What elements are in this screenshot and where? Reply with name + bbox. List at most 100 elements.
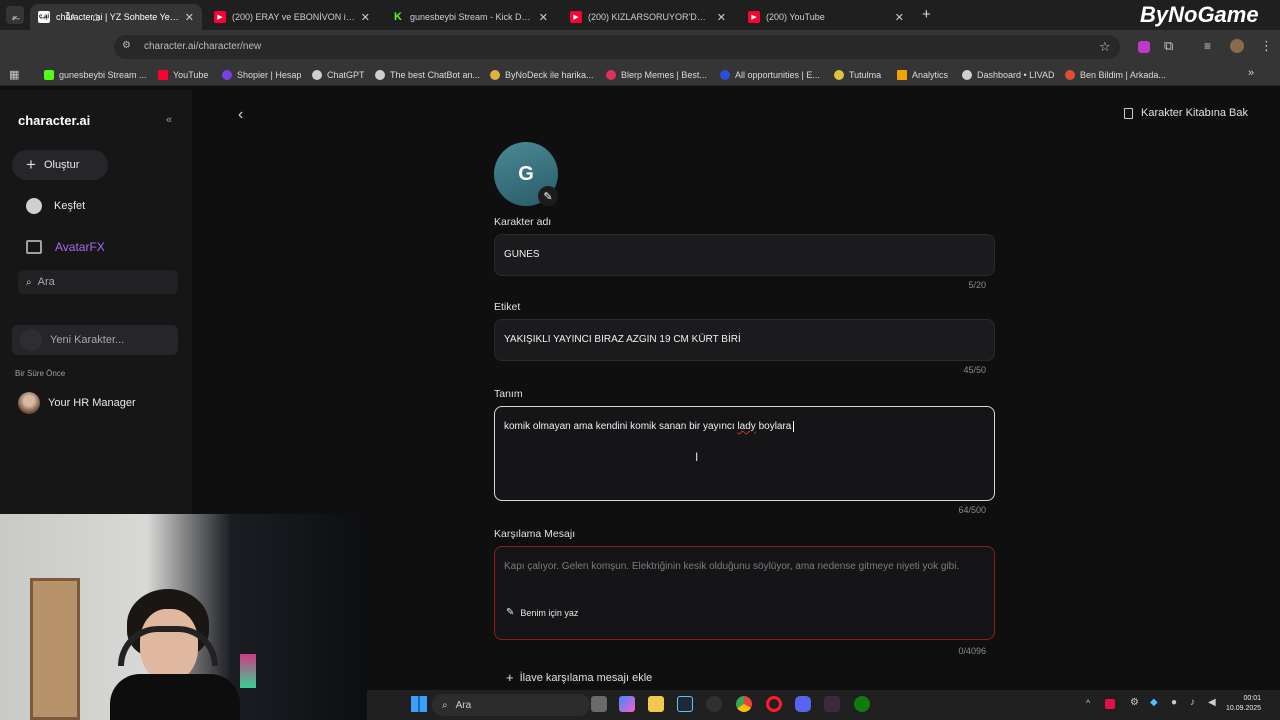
tab-kick-dashboard[interactable]: K gunesbeybi Stream - Kick Dash ✕ [384,4,556,30]
avatar-letter: G [518,162,534,185]
add-greeting-label: İlave karşılama mesajı ekle [519,671,653,684]
task-view-icon[interactable] [591,696,607,712]
description-counter: 64/500 [958,505,986,515]
bookmark-item[interactable]: Blerp Memes | Best... [606,68,707,82]
tray-network-icon[interactable]: ◆ [1150,697,1158,708]
reload-icon[interactable]: ↻ [62,9,78,25]
back-arrow-icon[interactable]: ← [8,9,24,25]
address-bar[interactable] [114,35,1120,59]
add-greeting-button[interactable]: + İlave karşılama mesajı ekle [506,670,652,685]
steam-icon[interactable] [677,696,693,712]
benbildim-icon [1065,70,1075,80]
collapse-sidebar-icon[interactable]: « [166,114,172,126]
back-chevron-icon[interactable]: ‹ [238,106,243,124]
close-icon[interactable]: ✕ [895,11,904,24]
description-text: komik olmayan ama kendini komik sanan bi… [504,421,738,433]
tutulma-icon [834,70,844,80]
book-icon [1124,107,1133,119]
close-icon[interactable]: ✕ [185,11,194,24]
close-icon[interactable]: ✕ [361,11,370,24]
avatar [18,392,40,414]
tray-chevron-icon[interactable]: ^ [1086,698,1090,708]
opportunities-icon [720,70,730,80]
create-button[interactable]: + Oluştur [12,150,108,180]
home-icon[interactable]: ⌂ [88,9,104,25]
tray-record-icon[interactable] [1105,699,1115,709]
system-clock[interactable]: 00:01 10.09.2025 [1226,694,1261,714]
copilot-icon[interactable] [619,696,635,712]
write-for-me-button[interactable]: ✎ Benim için yaz [506,607,578,618]
opera-icon[interactable] [766,696,782,712]
site-settings-icon[interactable]: ⚙ [122,40,131,51]
greeting-textarea[interactable]: Kapı çalıyor. Gelen komşun. Elektriğinin… [494,546,995,640]
pencil-icon[interactable]: ✎ [538,186,558,206]
youtube-icon: ▶ [570,11,582,23]
tag-input[interactable]: YAKIŞIKLI YAYINCI BIRAZ AZGIN 19 CM KÜRT… [494,319,995,361]
app-icon[interactable] [706,696,722,712]
greeting-placeholder: Kapı çalıyor. Gelen komşun. Elektriğinin… [504,561,960,572]
sidebar-item-new-character[interactable]: Yeni Karakter... [12,325,178,355]
shopier-icon [222,70,232,80]
menu-dots-icon[interactable]: ⋮ [1260,38,1273,54]
bookmark-item[interactable]: gunesbeybi Stream ... [44,68,147,82]
bookmark-item[interactable]: The best ChatBot an... [375,68,480,82]
new-tab-button[interactable]: + [922,6,931,23]
brand-logo[interactable]: character.ai [18,113,90,128]
bookmark-item[interactable]: Shopier | Hesap [222,68,301,82]
tag-label: Etiket [494,301,521,313]
taskbar-search-input[interactable]: ⌕ Ara [432,694,590,716]
chatgpt-icon [312,70,322,80]
bookmarks-overflow-icon[interactable]: » [1248,67,1254,79]
bookmark-item[interactable]: Tutulma [834,68,881,82]
name-value: GUNES [504,249,540,260]
character-book-link[interactable]: Karakter Kitabına Bak [1124,107,1248,119]
bookmark-item[interactable]: Analytics [897,68,948,82]
tab-character-ai[interactable]: c.ai character.ai | YZ Sohbete Yeni S ✕ [30,4,202,30]
close-icon[interactable]: ✕ [539,11,548,24]
clock-time: 00:01 [1243,695,1262,702]
bookmark-item[interactable]: All opportunities | E... [720,68,820,82]
bynodeck-icon [490,70,500,80]
windows-start-icon[interactable] [411,696,427,712]
search-input[interactable]: ⌕ Ara [18,270,178,294]
speaker-icon[interactable]: ◀ [1208,697,1216,708]
file-explorer-icon[interactable] [648,696,664,712]
discover-label: Keşfet [54,200,86,212]
bookmark-item[interactable]: Dashboard • LIVAD [962,68,1055,82]
clock-date: 10.09.2025 [1226,705,1262,712]
sidebar-item-avatarfx[interactable]: AvatarFX [26,240,105,254]
extension-icon[interactable] [1138,41,1150,53]
bookmark-item[interactable]: ChatGPT [312,68,365,82]
description-textarea[interactable]: komik olmayan ama kendini komik sanan bi… [494,406,995,501]
tab-youtube-eray[interactable]: ▶ (200) ERAY ve EBONİVON ile İSS ✕ [206,4,378,30]
sidebar-item-discover[interactable]: Keşfet [26,198,85,214]
close-icon[interactable]: ✕ [717,11,726,24]
chrome-icon[interactable] [736,696,752,712]
name-counter: 5/20 [968,280,986,290]
magic-wand-icon: ✎ [506,607,515,618]
youtube-icon [158,70,168,80]
bookmark-item[interactable]: ByNoDeck ile harika... [490,68,594,82]
webcam-overlay [0,514,367,720]
name-input[interactable]: GUNES [494,234,995,276]
name-label: Karakter adı [494,216,552,228]
apps-grid-icon[interactable]: ▦ [9,68,19,81]
forward-arrow-icon[interactable]: → [36,9,52,25]
media-icon[interactable]: ≡ [1204,39,1211,53]
xbox-icon[interactable] [854,696,870,712]
discord-icon[interactable] [795,696,811,712]
tab-youtube-kizlarsoruyor[interactable]: ▶ (200) KIZLARSORUYOR'DA 23 S ✕ [562,4,734,30]
tray-settings-icon[interactable]: ⚙ [1130,697,1139,708]
webcam-person-body [110,674,240,720]
puzzle-icon[interactable]: ⧉ [1164,38,1173,54]
text-cursor-icon: I [695,450,699,464]
vegas-icon[interactable] [824,696,840,712]
tab-youtube-home[interactable]: ▶ (200) YouTube ✕ [740,4,912,30]
tray-app-icon[interactable]: ● [1171,697,1177,708]
bookmark-star-icon[interactable]: ☆ [1099,39,1111,55]
sidebar-item-hr-manager[interactable]: Your HR Manager [18,392,136,414]
bookmark-item[interactable]: Ben Bildim | Arkada... [1065,68,1166,82]
microphone-icon[interactable]: ♪ [1190,697,1195,708]
profile-avatar[interactable] [1230,39,1244,53]
bookmark-item[interactable]: YouTube [158,68,208,82]
